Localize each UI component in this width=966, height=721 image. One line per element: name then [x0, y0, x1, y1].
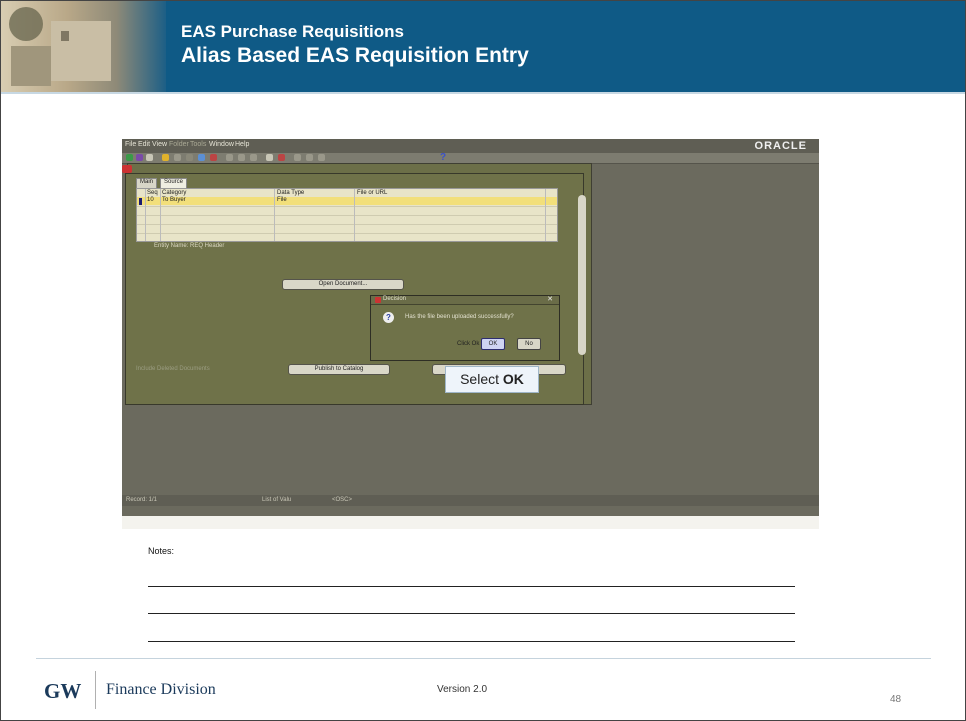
- decision-dialog: Decision ✕ ? Has the file been uploaded …: [370, 295, 560, 361]
- message-line: [122, 516, 819, 529]
- notes-label: Notes:: [148, 546, 175, 556]
- page-number: 48: [890, 694, 902, 705]
- publish-to-catalog-button[interactable]: Publish to Catalog: [288, 364, 390, 375]
- gw-logo: GW: [44, 679, 82, 703]
- cell-seq[interactable]: 10: [147, 197, 154, 203]
- col-category: Category: [162, 190, 187, 196]
- menu-help[interactable]: Help: [235, 141, 249, 148]
- table-row[interactable]: 10 To Buyer File: [137, 197, 557, 205]
- col-data-type: Data Type: [277, 190, 305, 196]
- slide-title: EAS Purchase Requisitions: [181, 22, 404, 41]
- notes-line-1: [148, 586, 795, 587]
- dialog-message: Has the file been uploaded successfully?: [405, 314, 514, 320]
- dialog-icon: [375, 297, 381, 303]
- attachments-grid: Seq Category Data Type File or URL 10 To…: [136, 188, 558, 242]
- cut-icon[interactable]: [226, 154, 233, 161]
- save-icon[interactable]: [126, 154, 133, 161]
- oracle-screenshot: File Edit View Folder Tools Window Help …: [122, 139, 819, 529]
- print-icon[interactable]: [174, 154, 181, 161]
- window-close-icon[interactable]: [122, 165, 132, 173]
- paste-icon[interactable]: [250, 154, 257, 161]
- col-file-url: File or URL: [357, 190, 388, 196]
- callout-prefix: Select: [460, 371, 503, 387]
- no-button[interactable]: No: [517, 338, 541, 350]
- new-record-icon[interactable]: [198, 154, 205, 161]
- finance-division-label: Finance Division: [106, 681, 216, 698]
- menu-edit[interactable]: Edit: [138, 141, 150, 148]
- menu-folder[interactable]: Folder: [169, 141, 189, 148]
- select-ok-callout: Select OK: [445, 366, 539, 393]
- folder-icon[interactable]: [162, 154, 169, 161]
- cell-category[interactable]: To Buyer: [162, 197, 186, 203]
- logo-separator: [95, 671, 96, 709]
- notes-line-2: [148, 613, 795, 614]
- osc-indicator: <OSC>: [332, 497, 353, 503]
- find-icon[interactable]: [266, 154, 273, 161]
- click-ok-hint: Click Ok: [457, 341, 480, 347]
- navigate-icon[interactable]: [136, 154, 143, 161]
- menu-tools[interactable]: Tools: [190, 141, 206, 148]
- vertical-scrollbar[interactable]: [578, 195, 586, 355]
- header-banner: EAS Purchase Requisitions Alias Based EA…: [1, 1, 965, 92]
- close-form-icon[interactable]: [186, 154, 193, 161]
- zoom-in-icon[interactable]: [306, 154, 313, 161]
- attachment-icon[interactable]: [278, 154, 285, 161]
- zoom-icon[interactable]: [146, 154, 153, 161]
- col-seq: Seq: [147, 190, 158, 196]
- record-count: Record: 1/1: [126, 497, 158, 503]
- oracle-logo: ORACLE: [754, 140, 807, 152]
- help-icon[interactable]: ?: [440, 152, 446, 163]
- question-icon: ?: [383, 312, 394, 323]
- edit-field-icon[interactable]: [294, 154, 301, 161]
- clear-icon[interactable]: [210, 154, 217, 161]
- ok-button[interactable]: OK: [481, 338, 505, 350]
- slide: EAS Purchase Requisitions Alias Based EA…: [0, 0, 966, 721]
- current-record-indicator: [139, 198, 142, 205]
- entity-name-label: Entity Name: REQ Header: [154, 243, 225, 249]
- menu-view[interactable]: View: [152, 141, 167, 148]
- callout-emphasis: OK: [502, 371, 524, 387]
- include-deleted-checkbox[interactable]: Include Deleted Documents: [136, 366, 210, 372]
- cell-data-type[interactable]: File: [277, 197, 287, 203]
- menu-file[interactable]: File: [125, 141, 136, 148]
- menu-bar: File Edit View Folder Tools Window Help …: [122, 139, 819, 153]
- menu-window[interactable]: Window: [209, 141, 234, 148]
- dialog-titlebar: Decision ✕: [371, 296, 559, 305]
- status-bar: Record: 1/1 List of Valu <OSC>: [122, 495, 819, 506]
- dialog-close-icon[interactable]: ✕: [547, 295, 553, 303]
- version-label: Version 2.0: [437, 684, 488, 695]
- slide-subtitle: Alias Based EAS Requisition Entry: [181, 44, 529, 67]
- campus-photo: [1, 1, 166, 92]
- copy-icon[interactable]: [238, 154, 245, 161]
- footer-divider: [36, 658, 931, 659]
- notes-line-3: [148, 641, 795, 642]
- banner-divider: [1, 92, 965, 94]
- dialog-title: Decision: [383, 296, 407, 302]
- translate-icon[interactable]: [318, 154, 325, 161]
- list-of-values-indicator: List of Valu: [262, 497, 292, 503]
- open-document-button[interactable]: Open Document...: [282, 279, 404, 290]
